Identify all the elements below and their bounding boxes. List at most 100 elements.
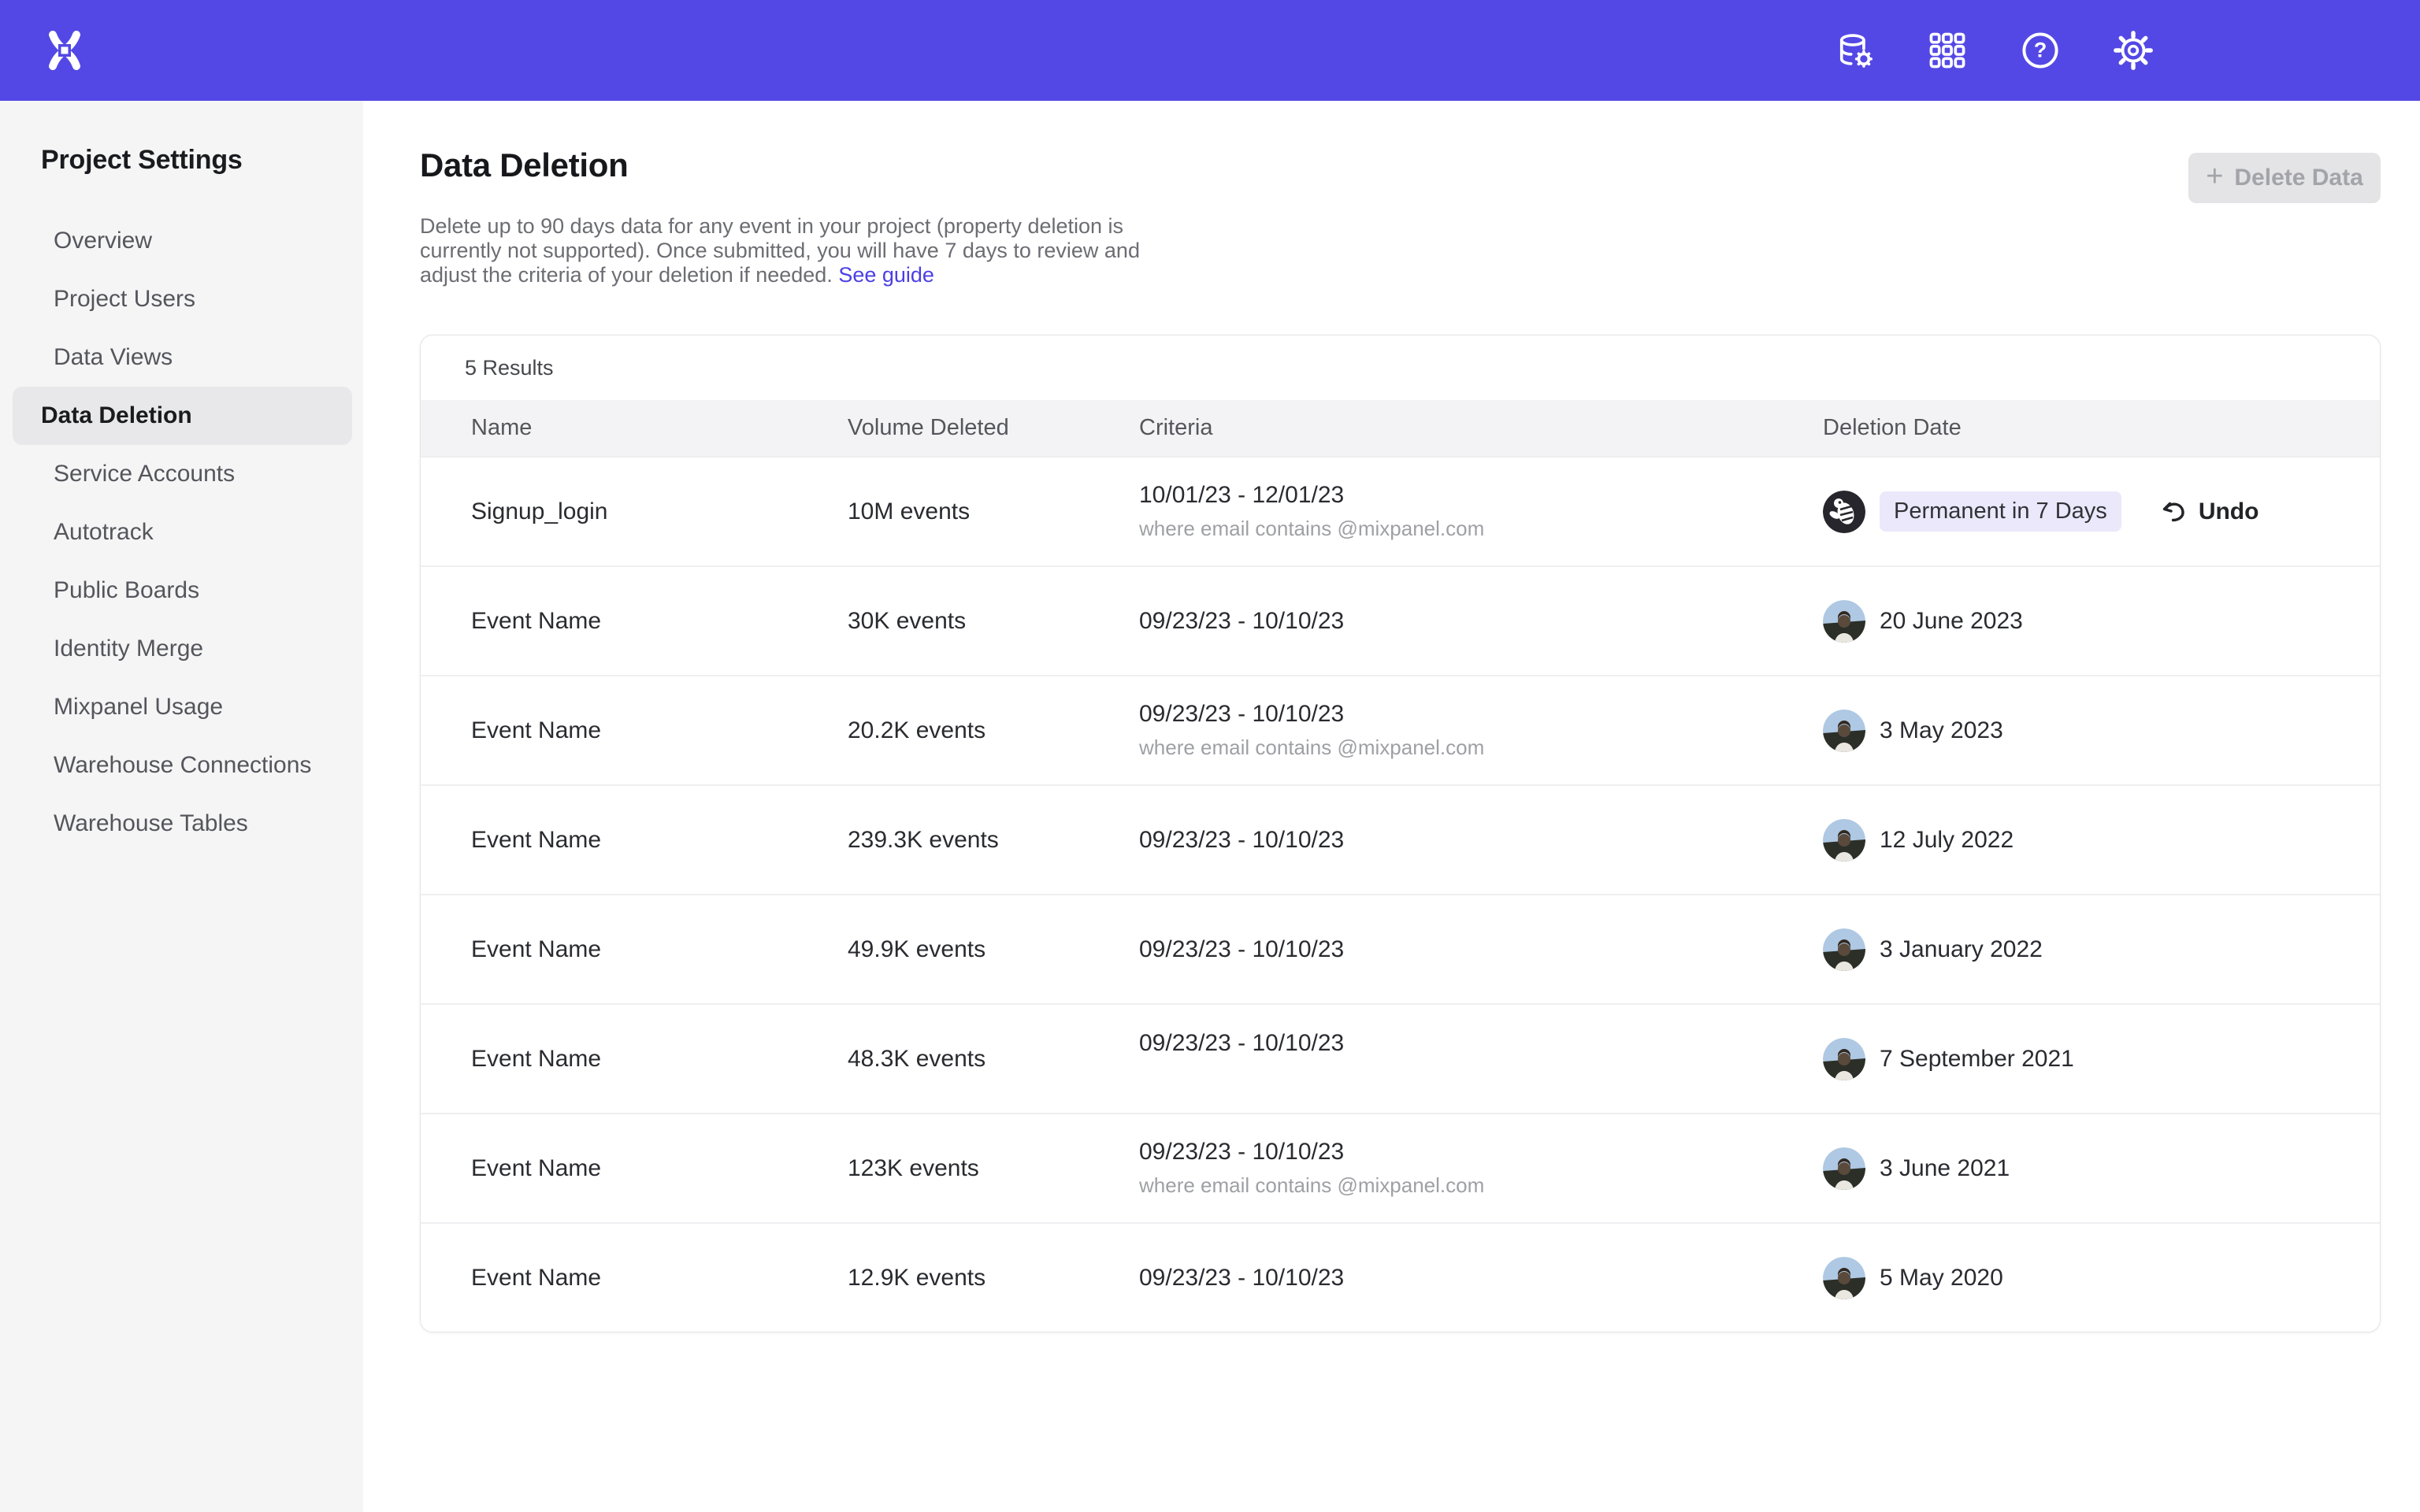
description-line: Delete up to 90 days data for any event … (420, 214, 1192, 239)
sidebar-item-project-users[interactable]: Project Users (13, 270, 352, 328)
criteria-cell: 09/23/23 - 10/10/23 (1139, 936, 1823, 963)
criteria-filter-text: where email contains @mixpanel.com (1139, 1173, 1823, 1198)
deletion-date-text: 12 July 2022 (1880, 827, 2014, 854)
main-content: Data Deletion + Delete Data Delete up to… (363, 101, 2420, 1512)
settings-sidebar: Project Settings OverviewProject UsersDa… (0, 101, 363, 1512)
page-description: Delete up to 90 days data for any event … (420, 214, 1192, 287)
volume-deleted-cell: 123K events (848, 1155, 1139, 1182)
undo-button[interactable]: Undo (2159, 498, 2259, 526)
see-guide-link[interactable]: See guide (838, 263, 934, 287)
description-line: adjust the criteria of your deletion if … (420, 263, 1192, 287)
deletion-date-text: 3 May 2023 (1880, 717, 2003, 744)
deletion-date-text: 3 January 2022 (1880, 936, 2043, 963)
criteria-date-range: 10/01/23 - 12/01/23 (1139, 482, 1823, 509)
table-row: Event Name 239.3K events 09/23/23 - 10/1… (421, 784, 2380, 894)
settings-icon[interactable] (2113, 30, 2154, 71)
criteria-date-range: 09/23/23 - 10/10/23 (1139, 1265, 1823, 1292)
volume-deleted-cell: 49.9K events (848, 936, 1139, 963)
user-avatar (1823, 1257, 1865, 1299)
delete-data-button[interactable]: + Delete Data (2188, 153, 2381, 203)
criteria-filter-text: where email contains @mixpanel.com (1139, 736, 1823, 760)
sidebar-item-data-views[interactable]: Data Views (13, 328, 352, 387)
criteria-cell: 09/23/23 - 10/10/23 where email contains… (1139, 701, 1823, 760)
column-header-criteria: Criteria (1139, 415, 1823, 441)
plus-icon: + (2206, 161, 2223, 191)
event-name-cell: Event Name (471, 827, 848, 854)
sidebar-item-mixpanel-usage[interactable]: Mixpanel Usage (13, 678, 352, 736)
sidebar-item-overview[interactable]: Overview (13, 212, 352, 270)
table-row: Signup_login 10M events 10/01/23 - 12/01… (421, 456, 2380, 565)
table-body: Signup_login 10M events 10/01/23 - 12/01… (421, 456, 2380, 1332)
deletion-date-cell: Permanent in 7 Days Undo (1823, 491, 2336, 533)
deletion-date-cell: 3 June 2021 (1823, 1147, 2336, 1190)
table-row: Event Name 49.9K events 09/23/23 - 10/10… (421, 894, 2380, 1003)
event-name-cell: Event Name (471, 1155, 848, 1182)
deletion-date-cell: 7 September 2021 (1823, 1038, 2336, 1080)
volume-deleted-cell: 30K events (848, 608, 1139, 635)
criteria-cell: 09/23/23 - 10/10/23 (1139, 608, 1823, 635)
event-name-cell: Signup_login (471, 498, 848, 525)
deletion-date-cell: 20 June 2023 (1823, 600, 2336, 643)
help-icon[interactable]: ? (2020, 30, 2061, 71)
description-line: currently not supported). Once submitted… (420, 239, 1192, 263)
criteria-cell: 10/01/23 - 12/01/23 where email contains… (1139, 482, 1823, 541)
delete-data-button-label: Delete Data (2234, 165, 2362, 191)
event-name-cell: Event Name (471, 1046, 848, 1073)
criteria-filter-text (1139, 1065, 1823, 1088)
user-avatar (1823, 928, 1865, 971)
volume-deleted-cell: 10M events (848, 498, 1139, 525)
status-badge: Permanent in 7 Days (1880, 491, 2121, 532)
sidebar-item-data-deletion[interactable]: Data Deletion (13, 387, 352, 445)
criteria-date-range: 09/23/23 - 10/10/23 (1139, 701, 1823, 728)
sidebar-item-identity-merge[interactable]: Identity Merge (13, 620, 352, 678)
deletion-date-cell: 5 May 2020 (1823, 1257, 2336, 1299)
sidebar-item-autotrack[interactable]: Autotrack (13, 503, 352, 561)
sidebar-item-service-accounts[interactable]: Service Accounts (13, 445, 352, 503)
table-row: Event Name 30K events 09/23/23 - 10/10/2… (421, 565, 2380, 675)
deletion-date-text: 20 June 2023 (1880, 608, 2023, 635)
table-header-row: Name Volume Deleted Criteria Deletion Da… (421, 400, 2380, 456)
undo-button-label: Undo (2199, 498, 2259, 525)
sidebar-item-public-boards[interactable]: Public Boards (13, 561, 352, 620)
deletion-date-text: 7 September 2021 (1880, 1046, 2074, 1073)
volume-deleted-cell: 48.3K events (848, 1046, 1139, 1073)
event-name-cell: Event Name (471, 936, 848, 963)
column-header-name: Name (471, 415, 848, 441)
column-header-volume: Volume Deleted (848, 415, 1139, 441)
criteria-date-range: 09/23/23 - 10/10/23 (1139, 1030, 1823, 1057)
deletion-date-cell: 12 July 2022 (1823, 819, 2336, 862)
apps-grid-icon[interactable] (1927, 30, 1968, 71)
data-pipeline-icon[interactable] (1834, 30, 1875, 71)
mixpanel-logo-icon[interactable] (44, 27, 85, 74)
svg-text:?: ? (2034, 38, 2047, 62)
criteria-cell: 09/23/23 - 10/10/23 (1139, 1265, 1823, 1292)
sidebar-heading: Project Settings (41, 145, 363, 176)
event-name-cell: Event Name (471, 717, 848, 744)
table-row: Event Name 48.3K events 09/23/23 - 10/10… (421, 1003, 2380, 1113)
top-navigation-bar: ? (0, 0, 2420, 101)
user-avatar (1823, 491, 1865, 533)
volume-deleted-cell: 20.2K events (848, 717, 1139, 744)
sidebar-item-warehouse-tables[interactable]: Warehouse Tables (13, 795, 352, 853)
event-name-cell: Event Name (471, 608, 848, 635)
user-avatar (1823, 819, 1865, 862)
undo-icon (2159, 498, 2188, 526)
criteria-date-range: 09/23/23 - 10/10/23 (1139, 608, 1823, 635)
page-title: Data Deletion (420, 146, 629, 184)
table-row: Event Name 20.2K events 09/23/23 - 10/10… (421, 675, 2380, 784)
criteria-cell: 09/23/23 - 10/10/23 (1139, 1030, 1823, 1088)
user-avatar (1823, 600, 1865, 643)
criteria-cell: 09/23/23 - 10/10/23 (1139, 827, 1823, 854)
deletion-date-cell: 3 January 2022 (1823, 928, 2336, 971)
event-name-cell: Event Name (471, 1265, 848, 1292)
table-row: Event Name 12.9K events 09/23/23 - 10/10… (421, 1222, 2380, 1332)
deletion-date-text: 5 May 2020 (1880, 1265, 2003, 1292)
sidebar-item-warehouse-connections[interactable]: Warehouse Connections (13, 736, 352, 795)
criteria-cell: 09/23/23 - 10/10/23 where email contains… (1139, 1139, 1823, 1198)
column-header-deletion-date: Deletion Date (1823, 415, 2336, 441)
deletion-date-text: 3 June 2021 (1880, 1155, 2010, 1182)
user-avatar (1823, 1038, 1865, 1080)
user-avatar (1823, 710, 1865, 752)
deletion-date-cell: 3 May 2023 (1823, 710, 2336, 752)
criteria-date-range: 09/23/23 - 10/10/23 (1139, 827, 1823, 854)
